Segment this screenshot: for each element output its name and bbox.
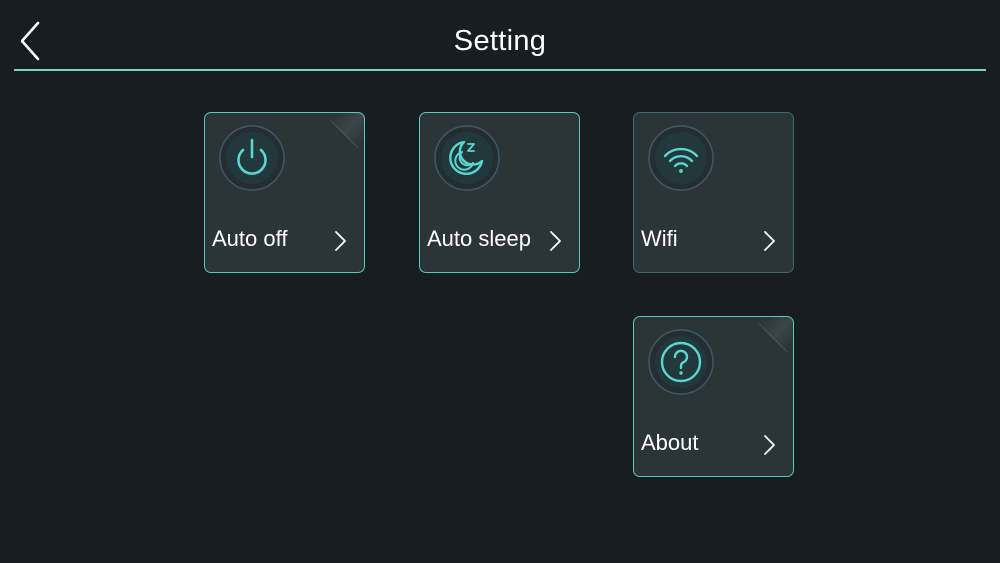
tile-label: About [641,430,699,455]
header-bar: Setting [0,0,1000,72]
chevron-right-icon [761,229,777,253]
tile-label: Auto sleep [427,226,531,251]
wifi-icon [648,125,714,191]
tile-label: Wifi [641,226,678,251]
page-title: Setting [453,25,547,57]
tile-about[interactable]: About [633,316,794,477]
tile-auto-off[interactable]: Auto off [204,112,365,273]
header-divider [14,69,986,71]
tile-auto-sleep[interactable]: Auto sleep [419,112,580,273]
chevron-right-icon [761,433,777,457]
question-icon [648,329,714,395]
tile-corner-highlight [329,113,364,149]
tile-label: Auto off [212,226,288,251]
chevron-right-icon [547,229,563,253]
tile-wifi[interactable]: Wifi [633,112,794,273]
chevron-right-icon [332,229,348,253]
settings-screen: Setting Auto off Auto sleep Wifi About [0,0,1000,563]
moon-sleep-icon [434,125,500,191]
power-icon [219,125,285,191]
tile-corner-highlight [758,317,793,353]
